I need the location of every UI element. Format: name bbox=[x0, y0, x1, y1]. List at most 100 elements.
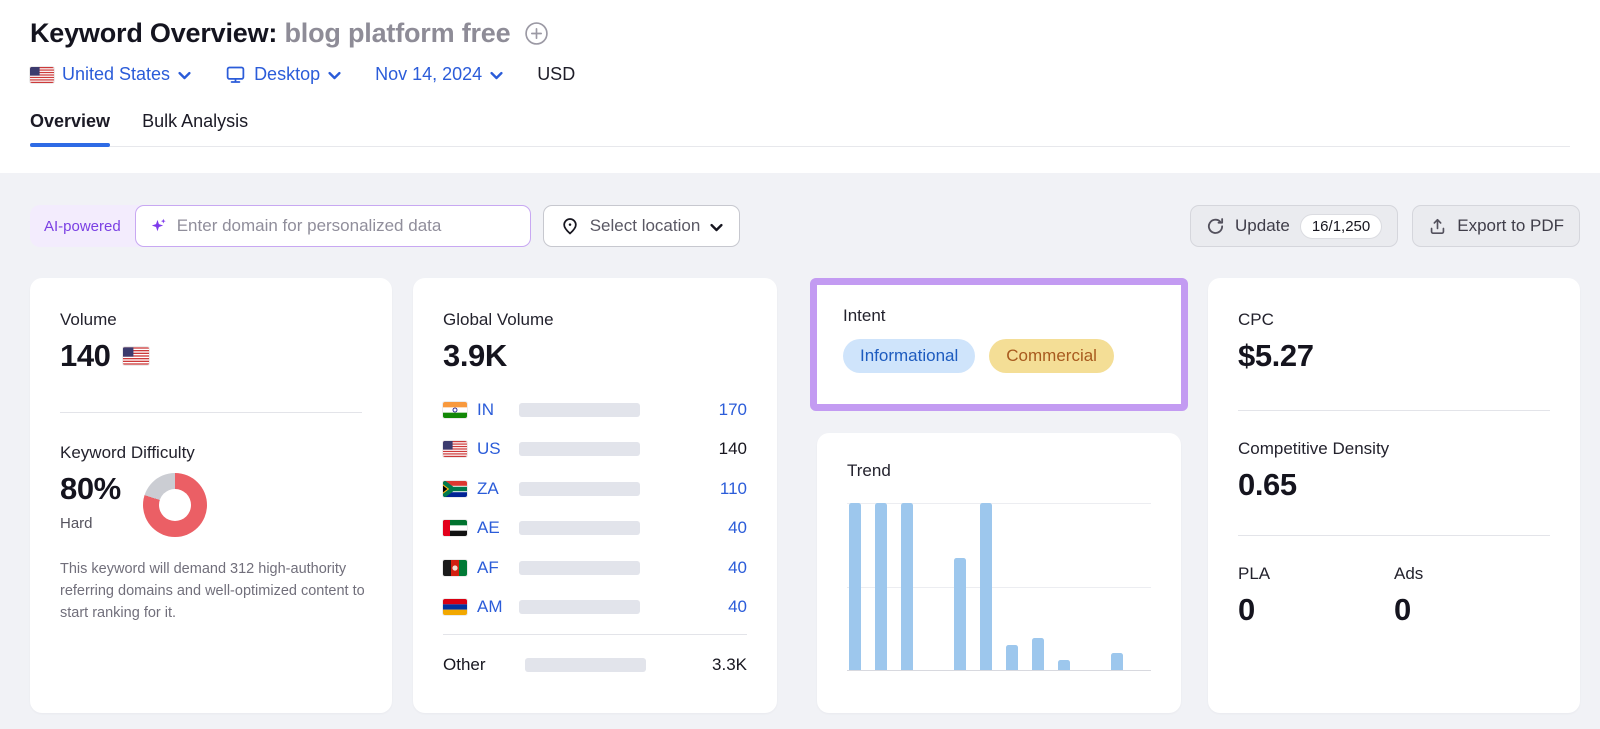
trend-bar bbox=[875, 503, 887, 670]
tab-overview[interactable]: Overview bbox=[30, 111, 110, 146]
intent-label: Intent bbox=[843, 306, 1155, 326]
country-filter-label: United States bbox=[62, 64, 170, 85]
volume-value: 140 bbox=[60, 338, 111, 374]
ai-powered-badge: AI-powered bbox=[30, 218, 135, 235]
tab-bulk-analysis[interactable]: Bulk Analysis bbox=[142, 111, 248, 146]
country-volume-bar bbox=[519, 600, 640, 614]
country-volume-value[interactable]: 110 bbox=[720, 479, 747, 499]
title-row: Keyword Overview: blog platform free bbox=[30, 18, 1570, 49]
country-flag-icon bbox=[443, 402, 467, 418]
trend-bar-slot bbox=[901, 503, 913, 670]
trend-bar bbox=[849, 503, 861, 670]
select-location-label: Select location bbox=[590, 216, 701, 236]
other-volume-row: Other 3.3K bbox=[443, 642, 747, 688]
country-code-link[interactable]: US bbox=[477, 439, 515, 459]
country-code-link[interactable]: AF bbox=[477, 558, 515, 578]
country-row: IN 170 bbox=[443, 390, 747, 430]
tab-bar: Overview Bulk Analysis bbox=[30, 111, 1570, 147]
country-filter[interactable]: United States bbox=[30, 64, 191, 85]
ai-domain-group: AI-powered bbox=[30, 205, 531, 247]
country-volume-value[interactable]: 40 bbox=[728, 518, 747, 538]
trend-chart bbox=[847, 503, 1151, 671]
device-filter-label: Desktop bbox=[254, 64, 320, 85]
keyword-difficulty-section: Keyword Difficulty 80% Hard This keyword… bbox=[60, 443, 362, 624]
divider bbox=[443, 634, 747, 635]
global-volume-card: Global Volume 3.9K IN 170 US bbox=[413, 278, 777, 713]
trend-bar-slot bbox=[980, 503, 992, 670]
chevron-down-icon bbox=[710, 223, 723, 232]
global-volume-value: 3.9K bbox=[443, 338, 747, 374]
cpc-value: $5.27 bbox=[1238, 338, 1550, 374]
trend-bar-slot bbox=[1085, 503, 1097, 670]
country-volume-value[interactable]: 140 bbox=[719, 439, 747, 459]
update-button[interactable]: Update 16/1,250 bbox=[1190, 205, 1398, 247]
trend-bar bbox=[1111, 653, 1123, 670]
volume-card: Volume 140 Keyword Difficulty 80% Hard T… bbox=[30, 278, 392, 713]
volume-label: Volume bbox=[60, 310, 362, 330]
global-volume-rows: IN 170 US 140 ZA bbox=[443, 390, 747, 627]
sparkles-icon bbox=[150, 217, 168, 235]
competitive-density-value: 0.65 bbox=[1238, 467, 1550, 503]
trend-bar bbox=[901, 503, 913, 670]
trend-card: Trend bbox=[817, 433, 1181, 713]
trend-bar bbox=[954, 558, 966, 670]
country-volume-value[interactable]: 40 bbox=[728, 558, 747, 578]
trend-bar bbox=[1032, 638, 1044, 670]
cpc-card: CPC $5.27 Competitive Density 0.65 PLA 0… bbox=[1208, 278, 1580, 713]
pla-block: PLA 0 bbox=[1238, 564, 1394, 628]
divider bbox=[60, 412, 362, 413]
ads-block: Ads 0 bbox=[1394, 564, 1550, 628]
other-volume-bar bbox=[525, 658, 646, 672]
chevron-down-icon bbox=[490, 71, 503, 80]
cpc-label: CPC bbox=[1238, 310, 1550, 330]
country-row: ZA 110 bbox=[443, 469, 747, 509]
location-pin-icon bbox=[560, 216, 580, 236]
country-code-link[interactable]: AE bbox=[477, 518, 515, 538]
export-button-label: Export to PDF bbox=[1457, 216, 1564, 236]
export-to-pdf-button[interactable]: Export to PDF bbox=[1412, 205, 1580, 247]
trend-bar-slot bbox=[1006, 503, 1018, 670]
us-flag-icon bbox=[30, 67, 54, 83]
country-code-link[interactable]: IN bbox=[477, 400, 515, 420]
keyword-difficulty-description: This keyword will demand 312 high-author… bbox=[60, 559, 366, 624]
keyword-difficulty-label: Keyword Difficulty bbox=[60, 443, 362, 463]
date-filter-label: Nov 14, 2024 bbox=[375, 64, 482, 85]
intent-highlight-box: Intent Informational Commercial bbox=[810, 278, 1188, 411]
trend-bars bbox=[849, 503, 1149, 670]
keyword-difficulty-percent: 80% bbox=[60, 471, 121, 507]
trend-bar bbox=[1006, 645, 1018, 670]
country-code-link[interactable]: ZA bbox=[477, 479, 515, 499]
keyword-text: blog platform free bbox=[285, 18, 511, 48]
trend-bar-slot bbox=[849, 503, 861, 670]
currency-label: USD bbox=[537, 64, 575, 85]
trend-bar-slot bbox=[1058, 503, 1070, 670]
country-volume-value[interactable]: 40 bbox=[728, 597, 747, 617]
country-volume-value[interactable]: 170 bbox=[719, 400, 747, 420]
add-keyword-icon[interactable] bbox=[524, 21, 549, 46]
country-code-link[interactable]: AM bbox=[477, 597, 515, 617]
country-flag-icon bbox=[443, 520, 467, 536]
select-location-button[interactable]: Select location bbox=[543, 205, 741, 247]
country-flag-icon bbox=[443, 599, 467, 615]
device-filter[interactable]: Desktop bbox=[225, 64, 341, 85]
country-flag-icon bbox=[443, 481, 467, 497]
other-volume-value: 3.3K bbox=[712, 655, 747, 675]
country-volume-bar bbox=[519, 561, 640, 575]
domain-input[interactable] bbox=[177, 216, 516, 236]
trend-bar-slot bbox=[1032, 503, 1044, 670]
country-row: AE 40 bbox=[443, 509, 747, 549]
trend-label: Trend bbox=[847, 461, 1151, 481]
ads-label: Ads bbox=[1394, 564, 1550, 584]
page-title-prefix: Keyword Overview: bbox=[30, 18, 277, 48]
intent-card: Intent Informational Commercial bbox=[817, 285, 1181, 404]
country-volume-bar bbox=[519, 403, 640, 417]
date-filter[interactable]: Nov 14, 2024 bbox=[375, 64, 503, 85]
domain-input-wrap bbox=[135, 205, 531, 247]
x-axis-line bbox=[847, 670, 1151, 671]
update-quota-badge: 16/1,250 bbox=[1300, 214, 1382, 239]
trend-bar-slot bbox=[928, 503, 940, 670]
pla-label: PLA bbox=[1238, 564, 1394, 584]
keyword-difficulty-donut bbox=[143, 473, 207, 537]
country-volume-bar bbox=[519, 442, 640, 456]
divider bbox=[1238, 535, 1550, 536]
